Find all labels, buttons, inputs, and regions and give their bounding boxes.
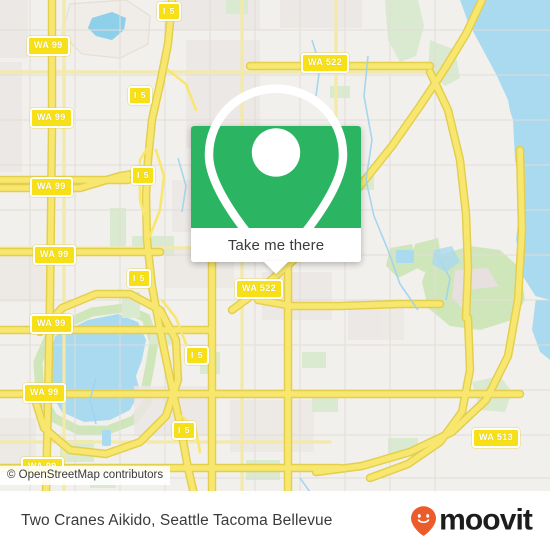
highway-shield: I 5 bbox=[127, 269, 152, 288]
callout-tail bbox=[263, 261, 289, 274]
highway-shield: I 5 bbox=[131, 166, 156, 185]
map-canvas[interactable]: WA 99WA 99WA 99WA 99WA 99WA 99WA 99I 5I … bbox=[0, 0, 550, 494]
highway-shield: WA 99 bbox=[30, 314, 73, 334]
callout-header bbox=[191, 84, 361, 272]
moovit-wordmark: moovit bbox=[439, 503, 533, 537]
highway-shield: WA 99 bbox=[23, 383, 66, 403]
highway-shield: WA 99 bbox=[30, 108, 73, 128]
highway-shield: WA 99 bbox=[30, 177, 73, 197]
callout-action-label: Take me there bbox=[227, 236, 325, 254]
osm-attribution[interactable]: © OpenStreetMap contributors bbox=[0, 466, 171, 485]
highway-shield: I 5 bbox=[128, 86, 153, 105]
highway-shield: WA 513 bbox=[472, 428, 521, 448]
moovit-smiley-pin-icon bbox=[411, 505, 437, 536]
footer-bar: Two Cranes Aikido, Seattle Tacoma Bellev… bbox=[0, 491, 550, 550]
location-pin-icon bbox=[204, 84, 348, 272]
highway-shield: WA 99 bbox=[27, 36, 70, 56]
highway-shield: WA 99 bbox=[33, 245, 76, 265]
location-callout[interactable]: Take me there bbox=[191, 84, 361, 274]
map-screenshot: WA 99WA 99WA 99WA 99WA 99WA 99WA 99I 5I … bbox=[0, 0, 550, 550]
place-title: Two Cranes Aikido, Seattle Tacoma Bellev… bbox=[21, 511, 333, 529]
moovit-logo[interactable]: moovit bbox=[410, 503, 533, 537]
highway-shield: I 5 bbox=[157, 2, 182, 21]
